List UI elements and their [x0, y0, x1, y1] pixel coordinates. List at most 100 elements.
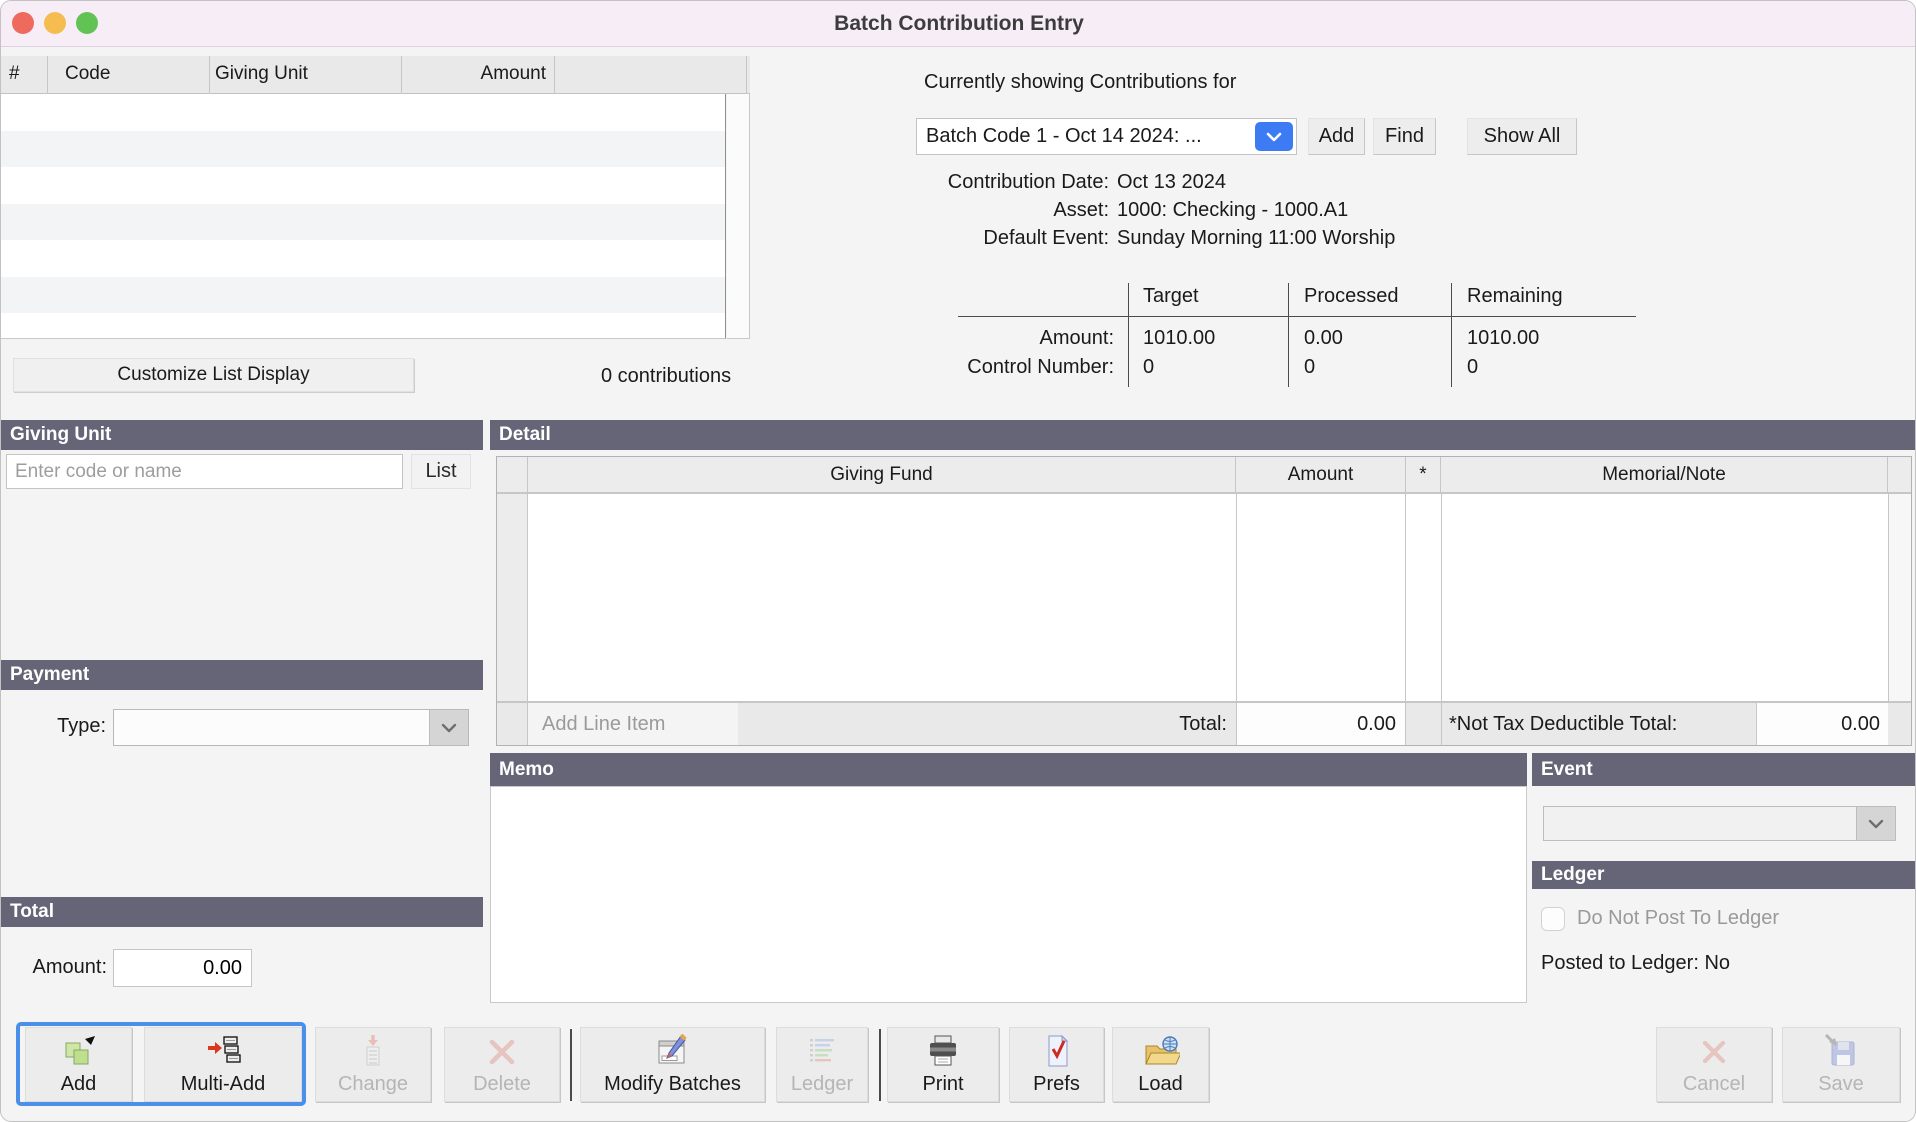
add-contribution-button[interactable]: Add [25, 1027, 132, 1102]
contribution-list [1, 94, 726, 339]
list-row [1, 277, 725, 314]
column-separator [401, 56, 402, 94]
summary-control-target: 0 [1143, 356, 1154, 379]
prefs-button[interactable]: Prefs [1009, 1027, 1104, 1102]
detail-scrollbar[interactable] [1888, 494, 1911, 701]
list-row [1, 240, 725, 277]
summary-separator [1128, 283, 1129, 387]
batch-panel-heading: Currently showing Contributions for [924, 71, 1236, 94]
summary-amount-processed: 0.00 [1304, 327, 1343, 350]
default-event-value: Sunday Morning 11:00 Worship [1117, 227, 1395, 250]
detail-body-giving-fund[interactable] [528, 494, 1236, 701]
detail-column-giving-fund: Giving Fund [528, 457, 1236, 492]
toolbar-button-label: Save [1818, 1073, 1864, 1095]
list-row [1, 204, 725, 241]
window-title: Batch Contribution Entry [1, 1, 1916, 47]
summary-column-remaining: Remaining [1467, 285, 1563, 308]
detail-body-star [1406, 494, 1441, 701]
batch-dropdown-button[interactable] [1255, 122, 1293, 151]
column-separator [47, 56, 48, 94]
toolbar-button-label: Modify Batches [604, 1073, 741, 1095]
batch-show-all-button[interactable]: Show All [1467, 118, 1577, 155]
toolbar-button-label: Ledger [791, 1073, 853, 1095]
summary-control-remaining: 0 [1467, 356, 1478, 379]
detail-totals-memo-cell: *Not Tax Deductible Total: 0.00 [1441, 703, 1888, 745]
detail-totals-row: Add Line Item Total: 0.00 *Not Tax Deduc… [497, 701, 1911, 745]
change-icon [355, 1034, 391, 1070]
summary-amount-remaining: 1010.00 [1467, 327, 1539, 350]
load-icon [1142, 1034, 1180, 1070]
detail-scroll-header [1888, 457, 1911, 492]
toolbar-button-label: Prefs [1033, 1073, 1080, 1095]
column-header-number: # [9, 63, 20, 85]
chevron-down-icon [1266, 132, 1282, 142]
list-scrollbar[interactable] [727, 94, 750, 339]
column-header-giving-unit: Giving Unit [215, 63, 308, 85]
detail-body-amount[interactable] [1236, 494, 1406, 701]
total-amount-input[interactable] [113, 949, 252, 987]
detail-total-label: Total: [1179, 713, 1236, 736]
memo-textarea[interactable] [490, 786, 1527, 1003]
modify-batches-button[interactable]: Modify Batches [580, 1027, 765, 1102]
ledger-icon [804, 1034, 840, 1070]
detail-total-value: 0.00 [1236, 703, 1406, 745]
print-button[interactable]: Print [887, 1027, 999, 1102]
batch-contribution-entry-window: Batch Contribution Entry # Code Giving U… [0, 0, 1916, 1122]
column-separator [746, 56, 747, 94]
multi-add-icon [205, 1034, 241, 1070]
cancel-button: Cancel [1656, 1027, 1772, 1102]
giving-unit-section-header: Giving Unit [1, 420, 483, 450]
list-row [1, 94, 725, 131]
detail-gutter-header [497, 457, 528, 492]
not-tax-deductible-label: *Not Tax Deductible Total: [1442, 713, 1677, 736]
do-not-post-label: Do Not Post To Ledger [1577, 907, 1779, 930]
detail-table-body [497, 494, 1911, 701]
ledger-section-header: Ledger [1532, 861, 1916, 889]
contribution-count: 0 contributions [601, 365, 731, 388]
column-separator [209, 56, 210, 94]
asset-value: 1000: Checking - 1000.A1 [1117, 199, 1348, 222]
detail-column-amount: Amount [1236, 457, 1406, 492]
detail-totals-star-cell [1406, 703, 1441, 745]
do-not-post-checkbox[interactable] [1541, 907, 1565, 931]
event-section-header: Event [1532, 753, 1916, 786]
customize-list-display-button[interactable]: Customize List Display [13, 358, 414, 392]
detail-table-header: Giving Fund Amount * Memorial/Note [497, 457, 1911, 494]
detail-totals-gutter [497, 703, 528, 745]
payment-type-dropdown-button[interactable] [429, 710, 468, 745]
summary-column-processed: Processed [1304, 285, 1399, 308]
chevron-down-icon [441, 723, 457, 733]
detail-body-memorial-note[interactable] [1441, 494, 1888, 701]
chevron-down-icon [1868, 819, 1884, 829]
toolbar-button-label: Change [338, 1073, 408, 1095]
add-line-item-button[interactable]: Add Line Item [528, 703, 738, 745]
giving-unit-list-button[interactable]: List [411, 454, 471, 489]
event-dropdown-button[interactable] [1856, 807, 1895, 840]
multi-add-button[interactable]: Multi-Add [144, 1027, 302, 1102]
summary-separator [1451, 283, 1452, 387]
summary-separator [1288, 283, 1289, 387]
load-button[interactable]: Load [1112, 1027, 1209, 1102]
modify-batches-icon [654, 1034, 692, 1070]
delete-button: Delete [444, 1027, 560, 1102]
detail-totals-fund-cell: Add Line Item Total: [528, 703, 1236, 745]
total-amount-label: Amount: [17, 956, 107, 979]
column-header-amount: Amount [401, 63, 556, 85]
prefs-icon [1039, 1034, 1075, 1070]
payment-section-header: Payment [1, 660, 483, 690]
print-icon [925, 1034, 961, 1070]
event-dropdown[interactable] [1543, 806, 1896, 841]
cancel-x-icon [1696, 1034, 1732, 1070]
batch-dropdown[interactable]: Batch Code 1 - Oct 14 2024: ... [916, 118, 1297, 155]
batch-add-button[interactable]: Add [1308, 118, 1365, 155]
add-icon [61, 1034, 97, 1070]
toolbar-button-label: Load [1138, 1073, 1183, 1095]
default-event-label: Default Event: [891, 227, 1109, 250]
contribution-date-value: Oct 13 2024 [1117, 171, 1226, 194]
detail-section-header: Detail [490, 420, 1916, 450]
payment-type-dropdown[interactable] [113, 709, 469, 746]
column-separator [554, 56, 555, 94]
summary-column-target: Target [1143, 285, 1199, 308]
giving-unit-search-input[interactable] [6, 454, 403, 489]
batch-find-button[interactable]: Find [1373, 118, 1436, 155]
